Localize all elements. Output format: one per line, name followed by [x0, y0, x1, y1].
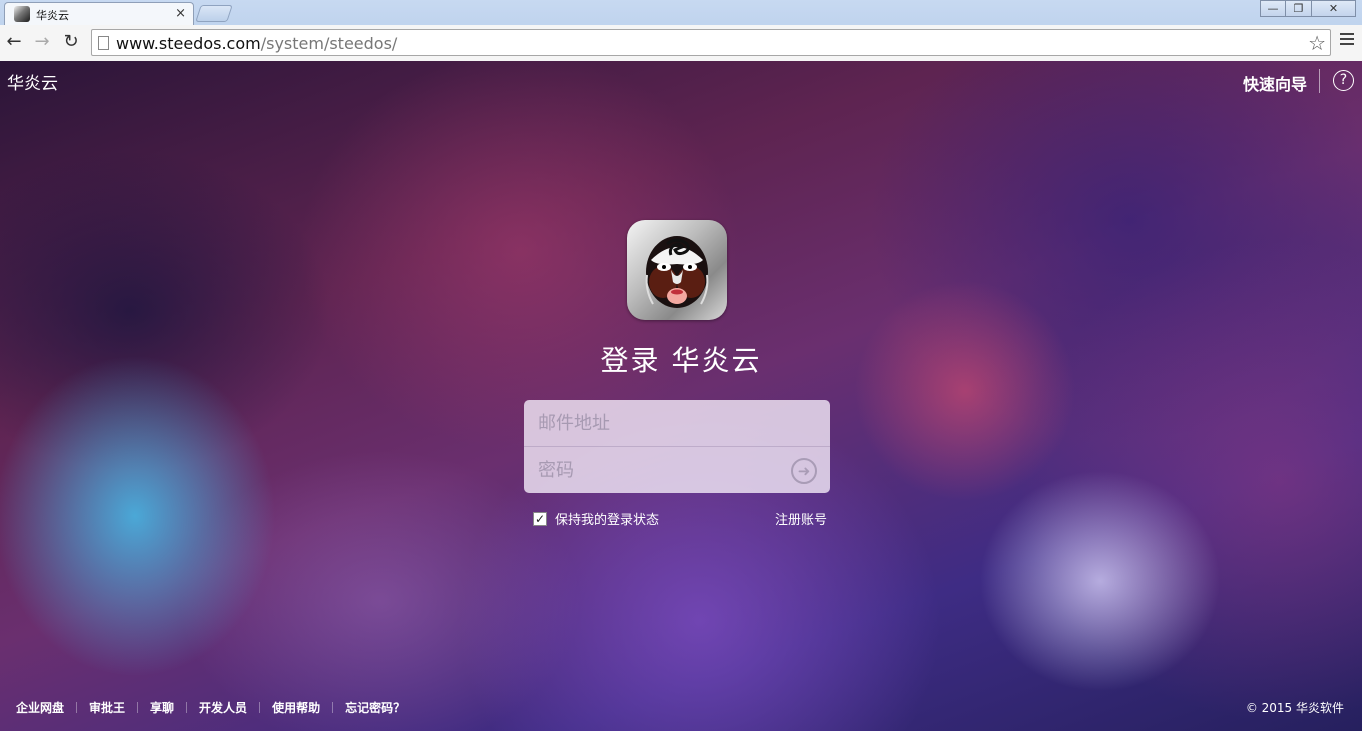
page-icon — [98, 36, 109, 50]
url-host: www.steedos.com — [116, 34, 261, 53]
browser-menu-icon[interactable] — [1340, 33, 1354, 48]
browser-toolbar: ← → ↻ www.steedos.com/system/steedos/ ☆ — [0, 25, 1362, 61]
address-bar[interactable]: www.steedos.com/system/steedos/ ☆ — [91, 29, 1331, 56]
footer-separator — [76, 702, 78, 713]
restore-button[interactable]: ❐ — [1286, 0, 1312, 17]
opera-mask-icon — [645, 236, 709, 308]
tab-strip: 华炎云 × — ❐ ✕ — [0, 0, 1362, 26]
footer-links: 企业网盘 审批王 享聊 开发人员 使用帮助 忘记密码？ — [16, 699, 405, 716]
footer-link-help[interactable]: 使用帮助 — [272, 699, 320, 716]
email-input[interactable] — [524, 400, 830, 446]
back-arrow-icon[interactable]: ← — [2, 30, 26, 54]
remember-label[interactable]: 保持我的登录状态 — [555, 509, 659, 528]
register-link[interactable]: 注册账号 — [775, 509, 827, 528]
minimize-button[interactable]: — — [1260, 0, 1286, 17]
remember-checkbox[interactable]: ✓ — [533, 511, 547, 526]
footer-link-forgot-password[interactable]: 忘记密码？ — [345, 699, 405, 716]
tab-close-icon[interactable]: × — [175, 6, 186, 22]
footer-separator — [259, 702, 261, 713]
window-controls: — ❐ ✕ — [1260, 0, 1356, 17]
browser-tab[interactable]: 华炎云 × — [4, 2, 194, 26]
footer-link-approval[interactable]: 审批王 — [89, 699, 125, 716]
copyright: © 2015 华炎软件 — [1245, 701, 1344, 715]
login-form: ➜ — [524, 400, 830, 493]
forward-arrow-icon[interactable]: → — [30, 30, 54, 54]
password-input[interactable] — [524, 447, 830, 493]
remember-me[interactable]: ✓ 保持我的登录状态 — [533, 509, 659, 528]
url-path: /system/steedos/ — [260, 34, 398, 53]
footer-link-netdisk[interactable]: 企业网盘 — [16, 699, 64, 716]
tab-title: 华炎云 — [36, 9, 69, 22]
app-logo — [627, 220, 727, 320]
footer-separator — [137, 702, 139, 713]
close-window-button[interactable]: ✕ — [1312, 0, 1356, 17]
footer-separator — [186, 702, 188, 713]
footer-link-chat[interactable]: 享聊 — [150, 699, 174, 716]
reload-icon[interactable]: ↻ — [59, 30, 83, 54]
browser-chrome: 华炎云 × — ❐ ✕ ← → ↻ www.steedos.com/system… — [0, 0, 1362, 61]
bookmark-star-icon[interactable]: ☆ — [1308, 31, 1326, 55]
favicon-icon — [14, 6, 30, 22]
header-divider — [1319, 69, 1320, 93]
login-title: 登录 华炎云 — [600, 344, 762, 377]
url-text: www.steedos.com/system/steedos/ — [116, 34, 397, 53]
quick-guide-link[interactable]: 快速向导 — [1243, 71, 1307, 95]
footer-link-developers[interactable]: 开发人员 — [199, 699, 247, 716]
help-icon[interactable]: ? — [1333, 70, 1354, 91]
new-tab-button[interactable] — [195, 5, 233, 22]
brand-name[interactable]: 华炎云 — [7, 69, 58, 94]
submit-arrow-icon[interactable]: ➜ — [791, 458, 817, 484]
footer-separator — [332, 702, 334, 713]
login-page: 华炎云 快速向导 ? 登录 华炎云 邮件地址 ➜ ✓ 保持我的登录状态 注册账号… — [0, 61, 1362, 731]
